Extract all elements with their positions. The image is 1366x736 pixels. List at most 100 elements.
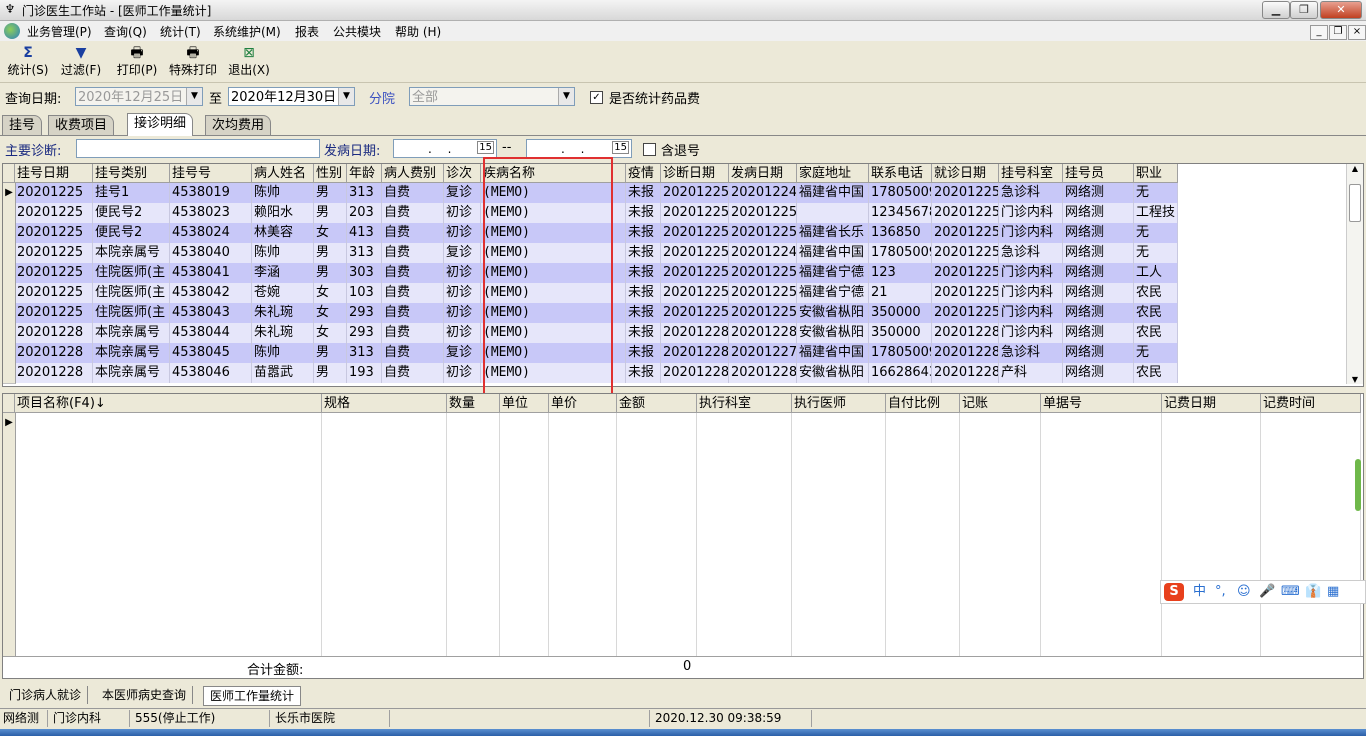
menu-statistics[interactable]: 统计(T) [160, 23, 201, 40]
vertical-scrollbar[interactable]: ▲ ▼ [1346, 164, 1363, 384]
table-cell[interactable]: 20201225 [661, 303, 729, 323]
table-cell[interactable]: 自费 [382, 283, 444, 303]
menu-query[interactable]: 查询(Q) [104, 23, 147, 40]
scrollbar-thumb[interactable] [1349, 184, 1361, 222]
table-cell[interactable]: 123 [869, 263, 932, 283]
table-cell[interactable]: 工人 [1134, 263, 1178, 283]
table-cell[interactable]: 20201225 [661, 243, 729, 263]
table-cell[interactable]: 未报 [626, 203, 661, 223]
table-cell[interactable]: 初诊 [444, 323, 481, 343]
table-cell[interactable]: 313 [347, 343, 382, 363]
table-cell[interactable]: 农民 [1134, 323, 1178, 343]
table-cell[interactable]: 413 [347, 223, 382, 243]
table-cell[interactable]: 男 [314, 183, 347, 203]
table-cell[interactable]: 住院医师(主 [93, 303, 170, 323]
table-cell[interactable]: 350000 [869, 303, 932, 323]
table-cell[interactable]: 安徽省枞阳 [797, 323, 869, 343]
table-cell[interactable]: 20201225 [932, 283, 999, 303]
column-header[interactable]: 职业 [1134, 164, 1178, 183]
table-cell[interactable]: 未报 [626, 263, 661, 283]
table-cell[interactable]: 193 [347, 363, 382, 383]
column-header[interactable]: 病人费别 [382, 164, 444, 183]
table-cell[interactable]: 农民 [1134, 303, 1178, 323]
table-cell[interactable]: 17805009 [869, 183, 932, 203]
table-cell[interactable]: 16628643 [869, 363, 932, 383]
table-cell[interactable]: 20201225 [729, 263, 797, 283]
table-cell[interactable]: 350000 [869, 323, 932, 343]
column-header[interactable]: 金额 [617, 394, 697, 413]
table-cell[interactable]: 本院亲属号 [93, 343, 170, 363]
table-cell[interactable]: 网络测 [1063, 323, 1134, 343]
column-header[interactable]: 性别 [314, 164, 347, 183]
table-cell[interactable]: 李涵 [252, 263, 314, 283]
table-cell[interactable]: 安徽省枞阳 [797, 303, 869, 323]
exit-button[interactable]: ⊠ 退出(X) [226, 45, 272, 79]
table-cell[interactable]: 无 [1134, 243, 1178, 263]
table-cell[interactable]: 门诊内科 [999, 303, 1063, 323]
table-cell[interactable]: 女 [314, 283, 347, 303]
table-cell[interactable]: 未报 [626, 283, 661, 303]
table-cell[interactable]: 20201225 [729, 223, 797, 243]
include-refund-checkbox[interactable] [643, 143, 656, 156]
column-header[interactable]: 执行医师 [792, 394, 886, 413]
column-header[interactable]: 联系电话 [869, 164, 932, 183]
diagnosis-input[interactable] [76, 139, 320, 158]
table-cell[interactable]: 293 [347, 303, 382, 323]
table-cell[interactable]: 20201225 [661, 223, 729, 243]
table-cell[interactable]: 未报 [626, 323, 661, 343]
table-cell[interactable]: 未报 [626, 243, 661, 263]
column-header[interactable]: 项目名称(F4)↓ [15, 394, 322, 413]
menu-reports[interactable]: 报表 [295, 23, 319, 40]
table-cell[interactable]: 无 [1134, 183, 1178, 203]
column-header[interactable]: 家庭地址 [797, 164, 869, 183]
column-header[interactable]: 挂号科室 [999, 164, 1063, 183]
column-header[interactable]: 挂号号 [170, 164, 252, 183]
table-cell[interactable]: 网络测 [1063, 343, 1134, 363]
table-cell[interactable]: 20201227 [729, 343, 797, 363]
column-header[interactable]: 年龄 [347, 164, 382, 183]
table-cell[interactable]: 20201225 [729, 203, 797, 223]
table-cell[interactable]: 网络测 [1063, 363, 1134, 383]
table-cell[interactable]: 男 [314, 203, 347, 223]
date-from-picker[interactable]: 2020年12月25日 ▼ [75, 87, 203, 106]
table-cell[interactable]: 安徽省枞阳 [797, 363, 869, 383]
table-cell[interactable]: 工程技 [1134, 203, 1178, 223]
ime-chinese-mode[interactable]: 中 [1193, 583, 1206, 601]
ime-punctuation-icon[interactable]: °, [1215, 583, 1226, 601]
table-cell[interactable]: 陈帅 [252, 183, 314, 203]
table-cell[interactable]: 12345678 [869, 203, 932, 223]
column-header[interactable]: 记账 [960, 394, 1041, 413]
table-cell[interactable]: 4538040 [170, 243, 252, 263]
table-cell[interactable]: 朱礼琬 [252, 303, 314, 323]
btab-outpatient-visit[interactable]: 门诊病人就诊 [3, 686, 89, 704]
scroll-up-icon[interactable]: ▲ [1347, 164, 1363, 173]
table-cell[interactable]: 20201225 [661, 283, 729, 303]
table-cell[interactable]: 20201224 [729, 183, 797, 203]
table-cell[interactable]: 朱礼琬 [252, 323, 314, 343]
table-cell[interactable]: 20201228 [15, 363, 93, 383]
table-cell[interactable]: 20201225 [661, 263, 729, 283]
table-cell[interactable]: 4538041 [170, 263, 252, 283]
table-cell[interactable]: 4538043 [170, 303, 252, 323]
table-cell[interactable]: 初诊 [444, 223, 481, 243]
table-cell[interactable]: 初诊 [444, 263, 481, 283]
table-cell[interactable]: 20201225 [932, 263, 999, 283]
column-header[interactable]: 记费时间 [1261, 394, 1361, 413]
table-cell[interactable]: 20201225 [932, 243, 999, 263]
table-cell[interactable]: 20201225 [661, 183, 729, 203]
column-header[interactable]: 自付比例 [886, 394, 960, 413]
dropdown-arrow-icon[interactable]: ▼ [558, 88, 574, 105]
table-cell[interactable]: 苍婉 [252, 283, 314, 303]
table-cell[interactable]: 20201224 [729, 243, 797, 263]
table-cell[interactable]: 产科 [999, 363, 1063, 383]
column-header[interactable]: 记费日期 [1162, 394, 1261, 413]
column-header[interactable]: 病人姓名 [252, 164, 314, 183]
table-cell[interactable]: 20201225 [729, 303, 797, 323]
table-cell[interactable]: 农民 [1134, 283, 1178, 303]
table-cell[interactable]: 门诊内科 [999, 283, 1063, 303]
table-cell[interactable]: 20201225 [729, 283, 797, 303]
table-cell[interactable]: 20201225 [932, 183, 999, 203]
table-cell[interactable]: 陈帅 [252, 343, 314, 363]
table-cell[interactable]: 未报 [626, 223, 661, 243]
tab-charge-items[interactable]: 收费项目 [48, 115, 115, 135]
